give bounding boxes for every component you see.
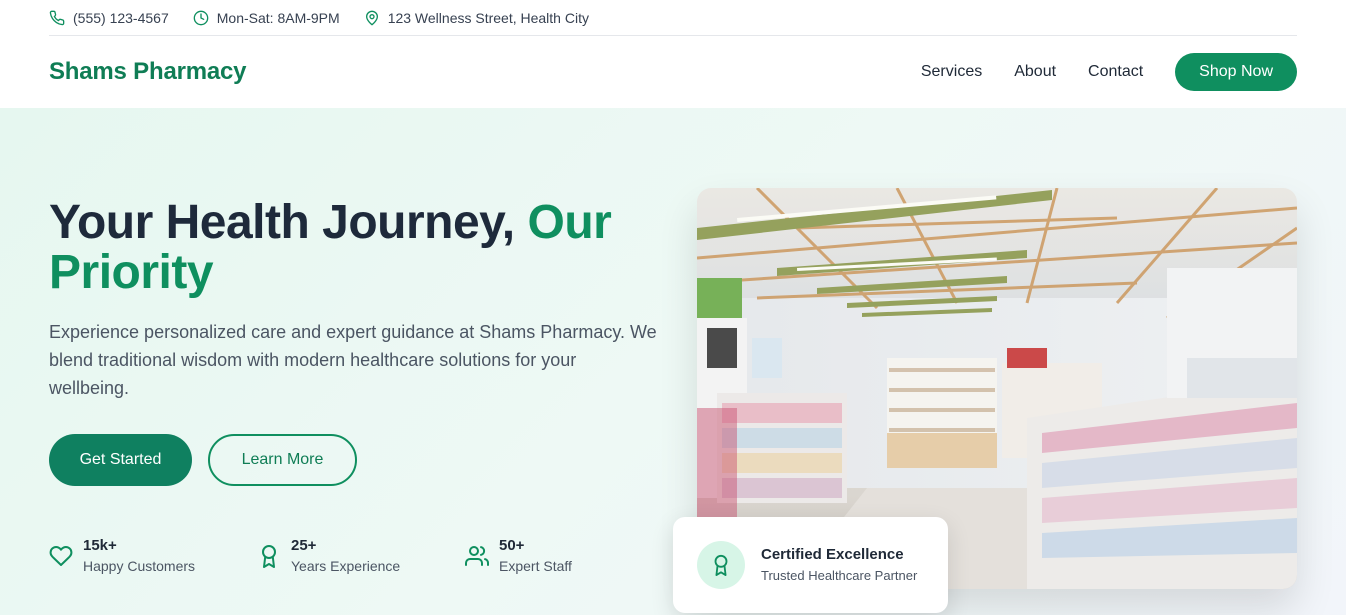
phone-icon	[49, 10, 65, 25]
store-address: 123 Wellness Street, Health City	[387, 9, 589, 26]
stat-experience: 25+ Years Experience	[257, 536, 465, 576]
address-info: 123 Wellness Street, Health City	[364, 10, 589, 26]
hero-headline: Your Health Journey, Our Priority	[49, 198, 669, 298]
nav-link-services[interactable]: Services	[921, 63, 982, 81]
shop-now-button[interactable]: Shop Now	[1175, 53, 1297, 91]
badge-title: Certified Excellence	[761, 546, 904, 563]
award-icon	[262, 545, 276, 568]
brand-logo[interactable]: Shams Pharmacy	[49, 58, 247, 86]
heart-icon	[49, 546, 73, 566]
stat-customers: 15k+ Happy Customers	[49, 536, 257, 576]
stat-staff: 50+ Expert Staff	[465, 536, 673, 576]
hero-stats: 15k+ Happy Customers 25+ Years Experienc…	[49, 536, 673, 576]
certified-badge-card: Certified Excellence Trusted Healthcare …	[673, 517, 948, 613]
stat-value: 25+	[291, 537, 317, 554]
map-pin-icon	[365, 10, 378, 25]
badge-subtitle: Trusted Healthcare Partner	[761, 568, 918, 583]
hero-description: Experience personalized care and expert …	[49, 322, 657, 398]
opening-hours: Mon-Sat: 8AM-9PM	[216, 9, 340, 26]
stat-value: 50+	[499, 537, 525, 554]
stat-label: Happy Customers	[83, 558, 196, 574]
headline-main: Your Health Journey,	[49, 196, 528, 249]
stat-label: Expert Staff	[499, 558, 572, 574]
phone-number: (555) 123-4567	[73, 9, 169, 26]
nav-link-contact[interactable]: Contact	[1088, 63, 1143, 81]
badge-icon-circle	[697, 541, 745, 589]
nav-link-about[interactable]: About	[1014, 63, 1056, 81]
stat-value: 15k+	[83, 537, 117, 554]
users-icon	[465, 546, 489, 566]
main-nav: Shams Pharmacy Services About Contact Sh…	[49, 36, 1297, 108]
award-icon	[714, 554, 728, 576]
get-started-button[interactable]: Get Started	[49, 434, 192, 486]
learn-more-button[interactable]: Learn More	[208, 434, 357, 486]
stat-label: Years Experience	[291, 558, 401, 574]
hours-info: Mon-Sat: 8AM-9PM	[193, 10, 340, 26]
top-info-bar: (555) 123-4567 Mon-Sat: 8AM-9PM 123 Well…	[49, 0, 1297, 36]
clock-icon	[193, 10, 209, 25]
phone-info[interactable]: (555) 123-4567	[49, 10, 169, 26]
nav-links: Services About Contact Shop Now	[921, 53, 1297, 91]
